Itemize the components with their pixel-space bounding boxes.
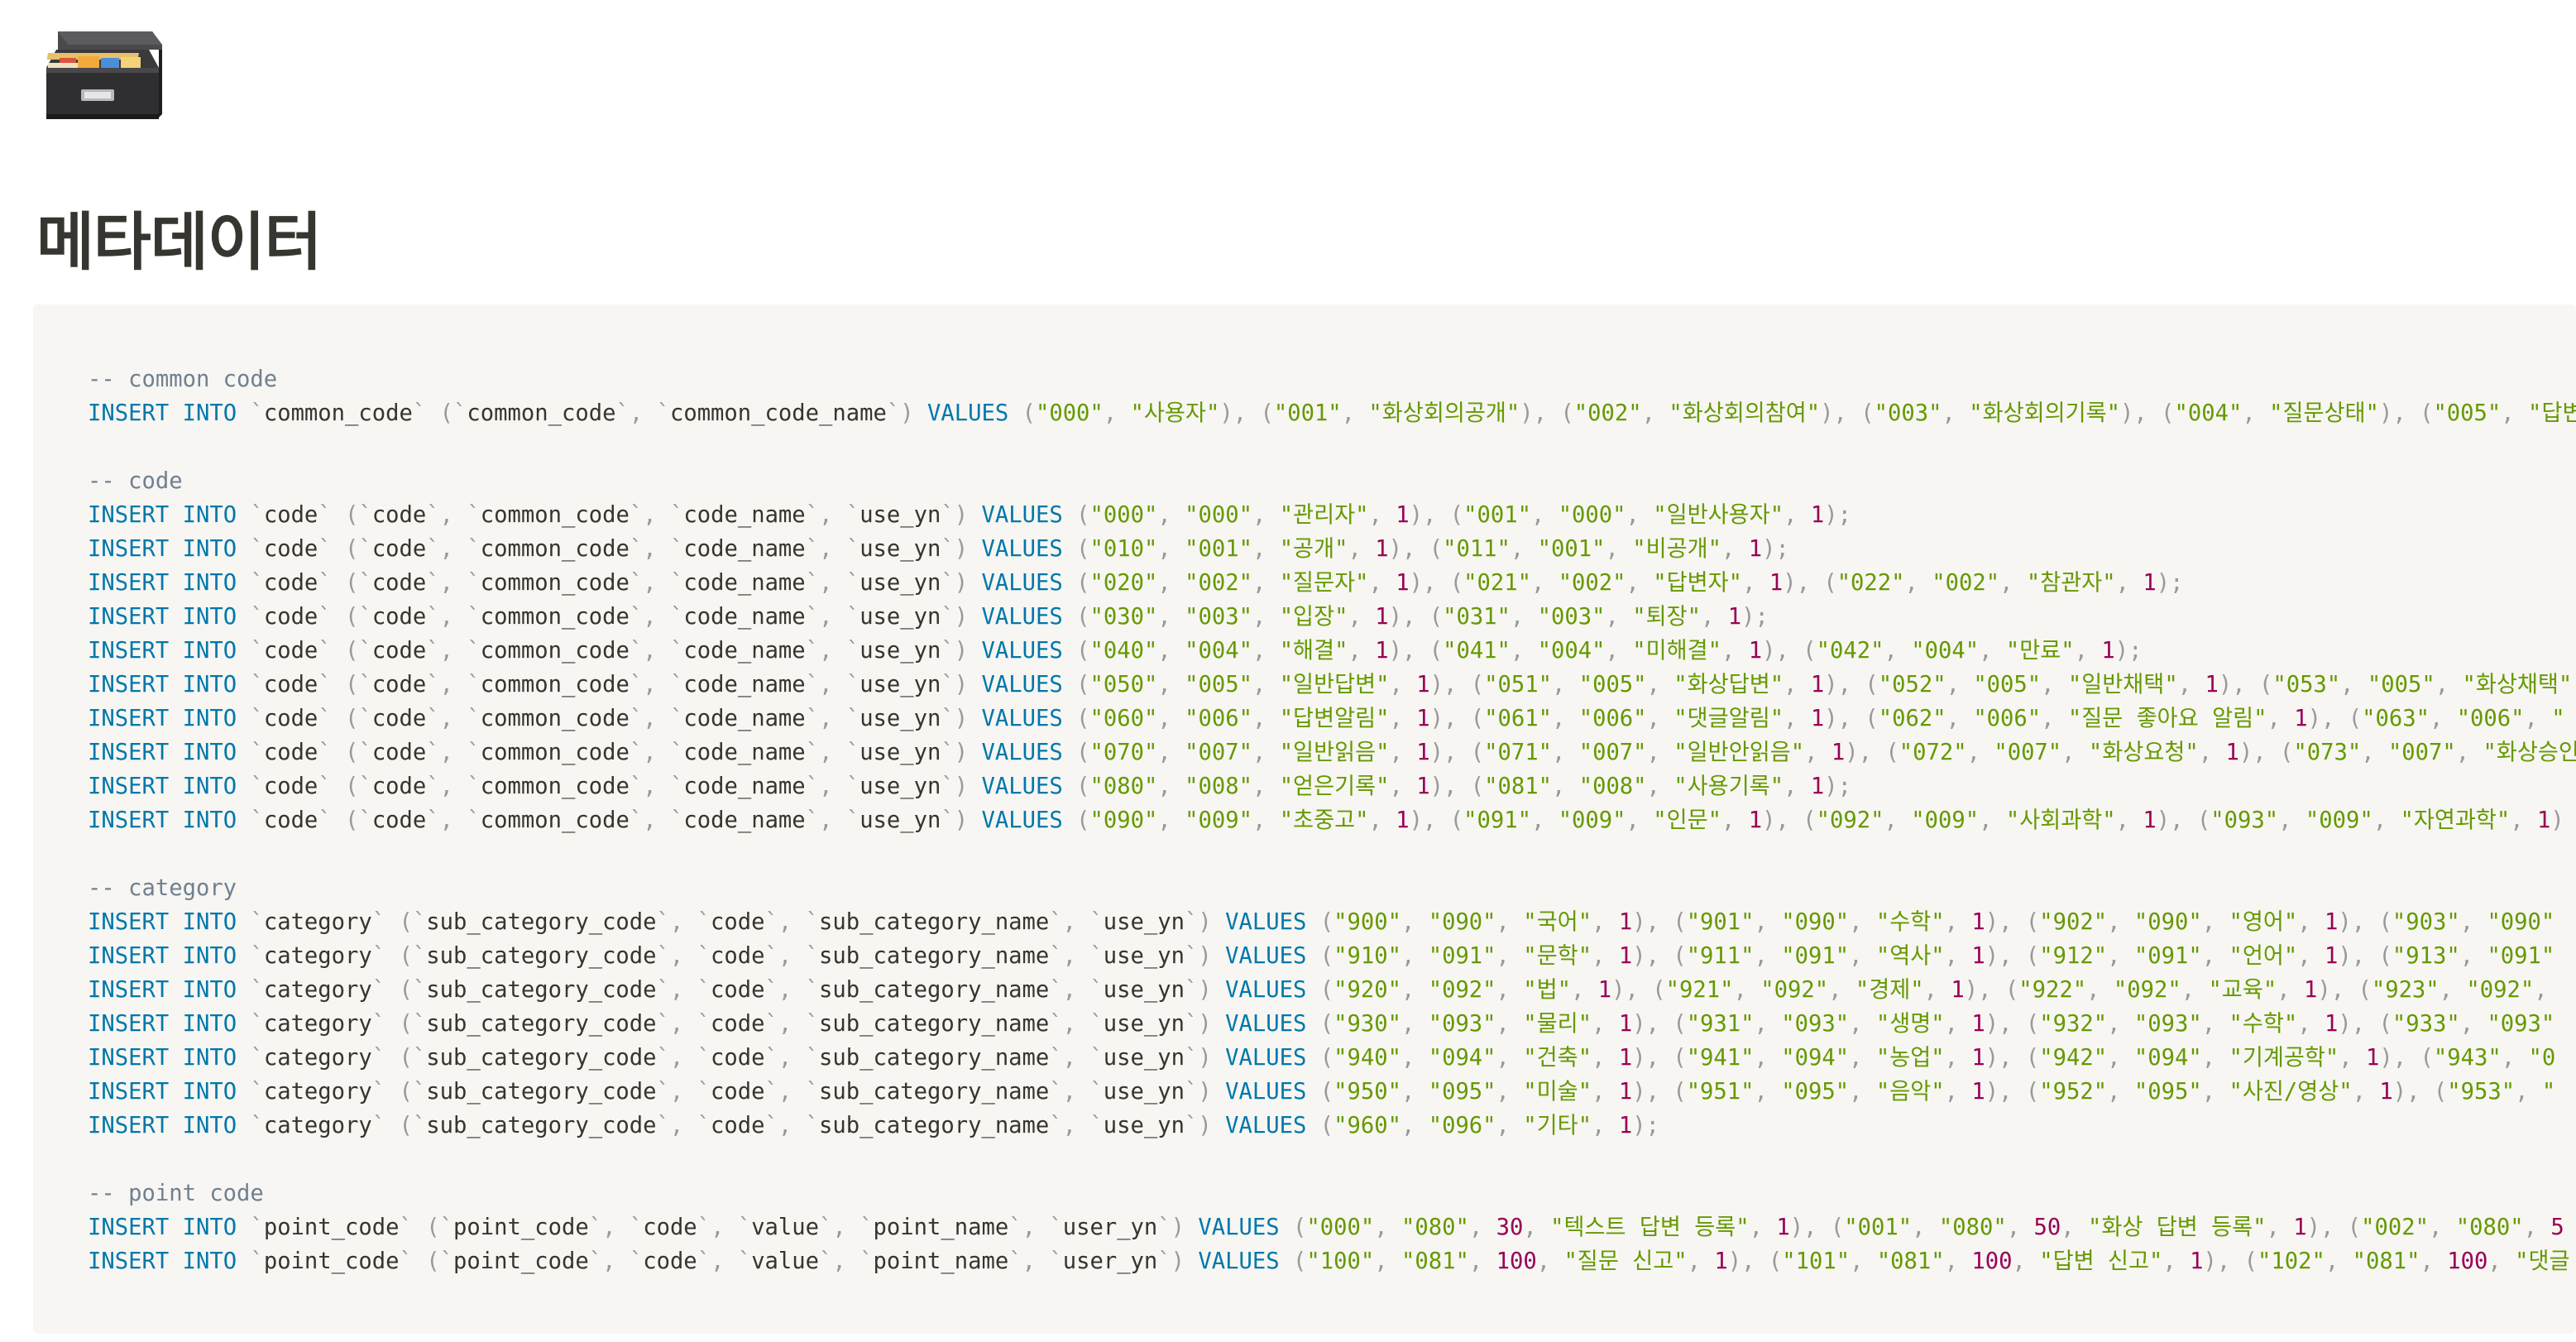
code-line: INSERT INTO `category` (`sub_category_co… (88, 943, 2555, 969)
code-block[interactable]: -- common code INSERT INTO `common_code` … (33, 304, 2576, 1334)
code-line: -- category (88, 875, 237, 901)
code-line: INSERT INTO `code` (`code`, `common_code… (88, 706, 2565, 731)
code-line: -- code (88, 468, 183, 494)
code-line: INSERT INTO `code` (`code`, `common_code… (88, 604, 1769, 630)
code-line: INSERT INTO `code` (`code`, `common_code… (88, 536, 1789, 562)
code-line: INSERT INTO `code` (`code`, `common_code… (88, 808, 2564, 833)
code-content: -- common code INSERT INTO `common_code` … (88, 362, 2576, 1278)
code-line: INSERT INTO `category` (`sub_category_co… (88, 1045, 2556, 1071)
code-line: INSERT INTO `common_code` (`common_code`… (88, 400, 2576, 426)
code-line: INSERT INTO `code` (`code`, `common_code… (88, 570, 2184, 596)
code-line: INSERT INTO `code` (`code`, `common_code… (88, 774, 1851, 799)
file-cabinet-icon (41, 25, 165, 127)
code-line: INSERT INTO `code` (`code`, `common_code… (88, 502, 1851, 528)
code-line: INSERT INTO `category` (`sub_category_co… (88, 1079, 2556, 1105)
code-line: INSERT INTO `category` (`sub_category_co… (88, 977, 2548, 1003)
code-line: INSERT INTO `category` (`sub_category_co… (88, 1011, 2555, 1037)
code-line: INSERT INTO `code` (`code`, `common_code… (88, 672, 2573, 697)
code-line: INSERT INTO `point_code` (`point_code`, … (88, 1249, 2570, 1274)
code-line: -- common code (88, 367, 278, 392)
page-title: 메타데이터 (36, 205, 323, 279)
code-scroll-area[interactable]: -- common code INSERT INTO `common_code` … (88, 362, 2576, 1334)
code-line: -- point code (88, 1181, 264, 1206)
code-line: INSERT INTO `category` (`sub_category_co… (88, 909, 2555, 935)
code-line: INSERT INTO `category` (`sub_category_co… (88, 1113, 1659, 1138)
code-line: INSERT INTO `point_code` (`point_code`, … (88, 1215, 2564, 1240)
code-line: INSERT INTO `code` (`code`, `common_code… (88, 638, 2143, 664)
code-line: INSERT INTO `code` (`code`, `common_code… (88, 740, 2576, 765)
